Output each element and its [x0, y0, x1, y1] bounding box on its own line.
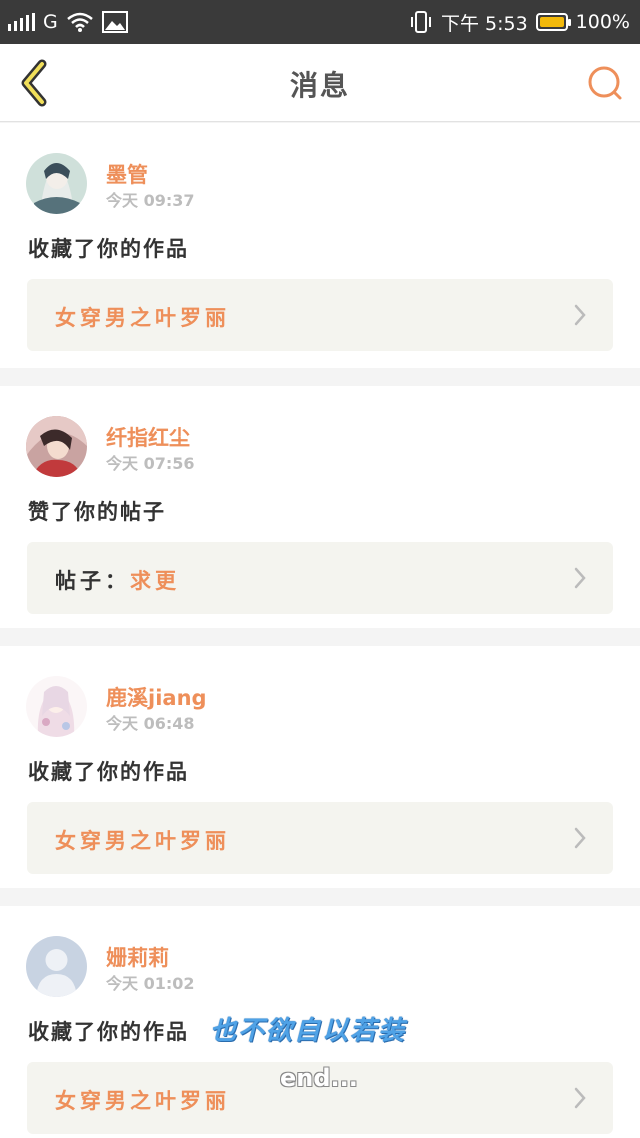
message-card: 纤指红尘 今天 07:56 赞了你的帖子 帖子：求更 — [0, 386, 640, 628]
overlay-end-text: end... — [280, 1064, 358, 1092]
target-title: 女穿男之叶罗丽 — [55, 1089, 230, 1113]
avatar[interactable] — [26, 416, 87, 477]
username[interactable]: 鹿溪jiang — [106, 682, 207, 712]
target-title: 女穿男之叶罗丽 — [55, 829, 230, 853]
battery-icon — [535, 13, 571, 31]
signal-icon — [8, 13, 35, 31]
work-link-label: 女穿男之叶罗丽 — [55, 1085, 230, 1115]
action-text: 收藏了你的作品 — [28, 237, 189, 261]
target-title: 女穿男之叶罗丽 — [55, 306, 230, 330]
avatar[interactable] — [26, 153, 87, 214]
chevron-right-icon — [574, 304, 586, 326]
work-link[interactable]: 女穿男之叶罗丽 — [27, 279, 613, 351]
target-prefix: 帖子： — [55, 569, 130, 593]
chevron-right-icon — [574, 827, 586, 849]
timestamp: 今天 09:37 — [106, 191, 195, 210]
username[interactable]: 姗莉莉 — [106, 942, 169, 972]
avatar[interactable] — [26, 676, 87, 737]
status-left: G — [8, 11, 128, 33]
action-text: 赞了你的帖子 — [28, 500, 166, 524]
message-card: 墨管 今天 09:37 收藏了你的作品 女穿男之叶罗丽 — [0, 123, 640, 368]
post-link[interactable]: 帖子：求更 — [27, 542, 613, 614]
chevron-right-icon — [574, 1087, 586, 1109]
vibrate-icon — [410, 11, 431, 33]
search-icon[interactable] — [586, 64, 624, 102]
carrier-label: G — [43, 11, 58, 33]
timestamp: 今天 07:56 — [106, 454, 195, 473]
work-link-label: 女穿男之叶罗丽 — [55, 825, 230, 855]
image-notification-icon — [101, 11, 128, 33]
chevron-right-icon — [574, 567, 586, 589]
username[interactable]: 纤指红尘 — [106, 422, 190, 452]
page-title: 消息 — [289, 69, 350, 102]
action-text: 收藏了你的作品 — [28, 1020, 189, 1044]
status-bar: G 下午 5:53 100% — [0, 0, 640, 44]
username[interactable]: 墨管 — [106, 159, 148, 189]
battery-percent: 100% — [575, 11, 630, 33]
work-link[interactable]: 女穿男之叶罗丽 — [27, 802, 613, 874]
action-text: 收藏了你的作品 — [28, 760, 189, 784]
clock: 下午 5:53 — [440, 12, 528, 35]
overlay-caption: 也不欲自以若装 — [210, 1016, 407, 1046]
status-right: 下午 5:53 100% — [409, 9, 630, 36]
work-link-label: 女穿男之叶罗丽 — [55, 302, 230, 332]
post-link-label: 帖子：求更 — [55, 565, 180, 595]
timestamp: 今天 01:02 — [106, 974, 195, 993]
timestamp: 今天 06:48 — [106, 714, 195, 733]
default-avatar[interactable] — [26, 936, 87, 997]
nav-bar: 消息 — [0, 44, 640, 122]
wifi-icon — [66, 12, 93, 32]
target-title: 求更 — [130, 569, 180, 593]
message-card: 鹿溪jiang 今天 06:48 收藏了你的作品 女穿男之叶罗丽 — [0, 646, 640, 888]
